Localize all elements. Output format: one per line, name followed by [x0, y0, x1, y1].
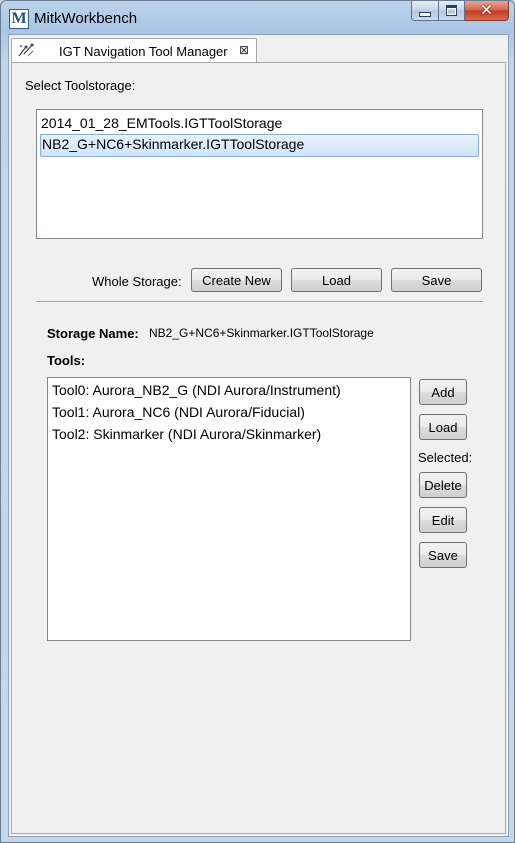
- list-item[interactable]: Tool0: Aurora_NB2_G (NDI Aurora/Instrume…: [51, 380, 341, 401]
- list-item[interactable]: Tool2: Skinmarker (NDI Aurora/Skinmarker…: [51, 424, 321, 445]
- tab-close-icon[interactable]: ⊠: [239, 43, 249, 57]
- app-window: M MitkWorkbench ✕ IGT Navigation Tool Ma…: [0, 0, 515, 843]
- storage-name-label: Storage Name:: [47, 326, 139, 341]
- window-controls: ✕: [411, 1, 509, 22]
- select-toolstorage-label: Select Toolstorage:: [25, 78, 136, 93]
- whole-storage-label: Whole Storage:: [92, 274, 182, 289]
- title-bar[interactable]: M MitkWorkbench ✕: [1, 1, 514, 34]
- tools-label: Tools:: [47, 353, 86, 368]
- maximize-icon: [446, 5, 457, 16]
- add-tool-button[interactable]: Add: [419, 379, 467, 405]
- tab-label: IGT Navigation Tool Manager: [59, 44, 228, 59]
- load-storage-button[interactable]: Load: [291, 268, 382, 292]
- window-title: MitkWorkbench: [34, 10, 138, 27]
- selected-label: Selected:: [418, 450, 473, 465]
- tool-manager-panel: Select Toolstorage: 2014_01_28_EMTools.I…: [11, 62, 506, 834]
- toolstorage-list[interactable]: 2014_01_28_EMTools.IGTToolStorage NB2_G+…: [36, 109, 483, 239]
- list-item[interactable]: 2014_01_28_EMTools.IGTToolStorage: [40, 113, 282, 134]
- minimize-icon: [419, 12, 431, 17]
- separator: [36, 301, 483, 303]
- edit-tool-button[interactable]: Edit: [419, 507, 467, 533]
- list-item-selected[interactable]: NB2_G+NC6+Skinmarker.IGTToolStorage: [40, 134, 479, 157]
- tools-list[interactable]: Tool0: Aurora_NB2_G (NDI Aurora/Instrume…: [47, 377, 411, 641]
- igt-navigation-icon: [18, 43, 34, 57]
- load-tool-button[interactable]: Load: [419, 414, 467, 440]
- list-item[interactable]: Tool1: Aurora_NC6 (NDI Aurora/Fiducial): [51, 402, 305, 423]
- create-new-button[interactable]: Create New: [191, 268, 282, 292]
- mitk-logo-icon: M: [9, 9, 29, 29]
- storage-name-value: NB2_G+NC6+Skinmarker.IGTToolStorage: [149, 326, 374, 340]
- save-storage-button[interactable]: Save: [391, 268, 482, 292]
- minimize-button[interactable]: [411, 1, 439, 21]
- delete-tool-button[interactable]: Delete: [419, 472, 467, 498]
- maximize-button[interactable]: [439, 1, 465, 21]
- save-tool-button[interactable]: Save: [419, 542, 467, 568]
- close-button[interactable]: ✕: [465, 1, 509, 21]
- close-icon: ✕: [480, 1, 493, 19]
- client-area: IGT Navigation Tool Manager ⊠ Select Too…: [8, 34, 509, 837]
- tab-igt-navigation-tool-manager[interactable]: IGT Navigation Tool Manager ⊠: [11, 38, 257, 63]
